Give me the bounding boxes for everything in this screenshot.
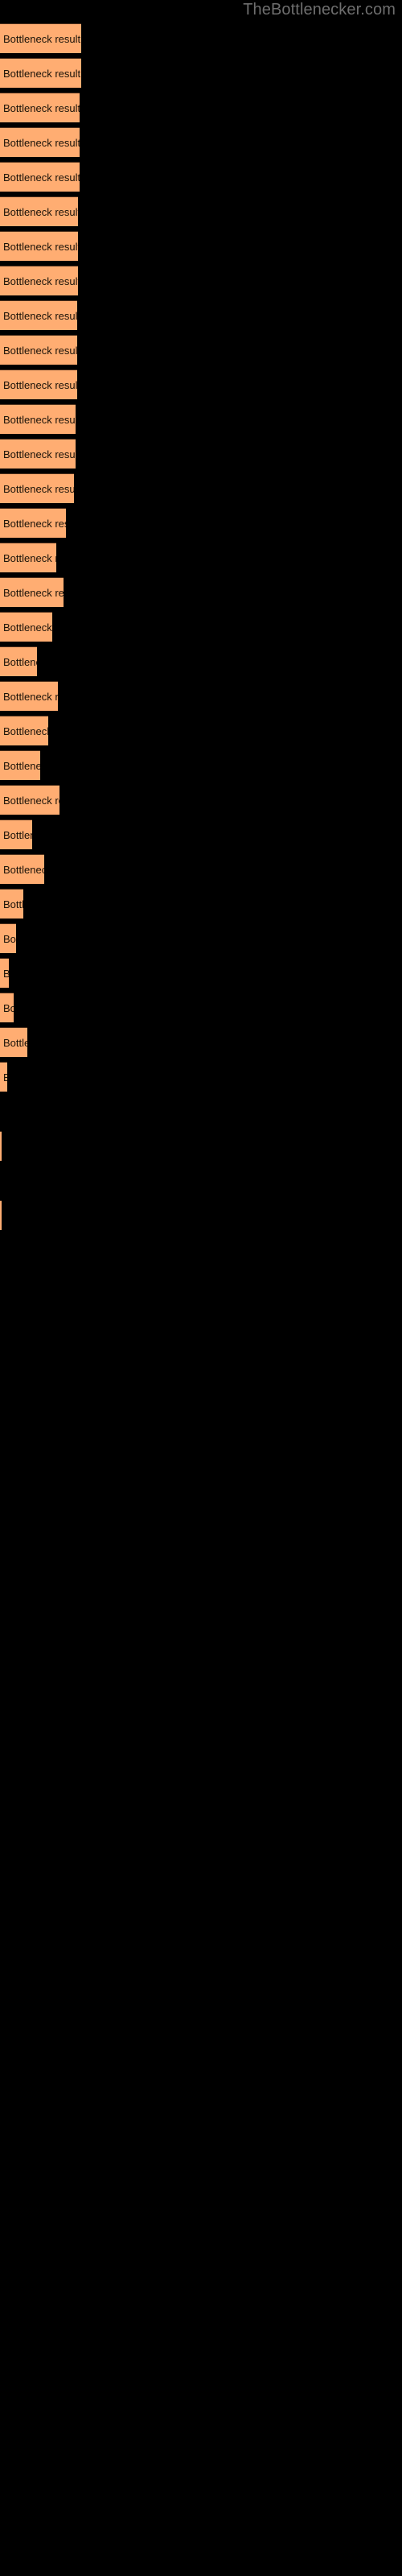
bottleneck-result-bar[interactable]: Bottleneck result [0,750,40,780]
bar-label: Bottleneck result [3,898,23,910]
bottleneck-result-bar[interactable]: Bottleneck result [0,646,37,676]
bottleneck-result-bar[interactable]: Bottleneck result [0,1027,27,1057]
bar-label: Bottleneck result [3,656,37,668]
bottleneck-result-bar[interactable]: Bottleneck result [0,404,76,434]
bar-label: Bottleneck result [3,691,58,703]
bottleneck-result-bar[interactable]: Bottleneck result [0,23,81,53]
bar-label: Bottleneck result [3,518,66,530]
bottleneck-result-bar[interactable]: Bottleneck result [0,508,66,538]
bottleneck-result-bar[interactable]: Bottleneck result [0,196,78,226]
bottleneck-result-bar[interactable]: Bottleneck result [0,923,16,953]
bottleneck-result-bar[interactable]: Bottleneck result [0,681,58,711]
bottleneck-result-bar[interactable]: Bottleneck result [0,854,44,884]
bar-label: Bottleneck result [3,345,77,357]
bottleneck-result-bar[interactable]: Bottleneck result [0,93,80,122]
bar-label: Bottleneck result [3,933,16,945]
bottleneck-result-bar[interactable]: Bottleneck result [0,1131,2,1161]
bar-label: Bottleneck result [3,414,76,426]
bottleneck-result-bar[interactable]: Bottleneck result [0,266,78,295]
bar-label: Bottleneck result [3,1002,14,1014]
bottleneck-result-bar[interactable]: Bottleneck result [0,127,80,157]
bar-label: Bottleneck result [3,864,44,876]
bar-label: Bottleneck result [3,379,77,391]
bar-label: Bottleneck result [3,552,56,564]
bottleneck-chart: TheBottlenecker.com Bottleneck result Bot… [0,0,402,2576]
bar-label: Bottleneck result [3,587,64,599]
bottleneck-result-bar[interactable]: Bottleneck result [0,162,80,192]
bar-label: Bottleneck result [3,206,78,218]
bottleneck-result-bar[interactable]: Bottleneck result [0,473,74,503]
bottleneck-result-bar[interactable]: Bottleneck result [0,612,52,642]
bottleneck-result-bar[interactable]: Bottleneck result [0,993,14,1022]
bottleneck-result-bar[interactable]: Bottleneck result [0,1062,7,1092]
bottleneck-result-bar[interactable]: Bottleneck result [0,889,23,919]
bar-label: Bottleneck result [3,448,76,460]
bar-label: Bottleneck result [3,137,80,149]
bottleneck-result-bar[interactable]: Bottleneck result [0,543,56,572]
bottleneck-result-bar[interactable]: Bottleneck result [0,335,77,365]
bar-label: Bottleneck result [3,68,81,80]
bottleneck-result-bar[interactable]: Bottleneck result [0,819,32,849]
bottleneck-result-bar[interactable]: Bottleneck result [0,577,64,607]
bar-label: Bottleneck result [3,241,78,253]
bottleneck-result-bar[interactable]: Bottleneck result [0,231,78,261]
bottleneck-result-bar[interactable]: Bottleneck result [0,369,77,399]
bottleneck-result-bar[interactable]: Bottleneck result [0,785,59,815]
bar-label: Bottleneck result [3,33,81,45]
bottleneck-result-bar[interactable]: Bottleneck result [0,58,81,88]
bar-label: Bottleneck result [3,310,77,322]
bar-label: Bottleneck result [3,760,40,772]
bar-label: Bottleneck result [3,275,78,287]
bottleneck-result-bar[interactable]: Bottleneck result [0,716,48,745]
bottleneck-result-bar[interactable]: Bottleneck result [0,439,76,469]
chart-plot-area: Bottleneck result Bottleneck result Bottle… [0,0,402,2576]
bottleneck-result-bar[interactable]: Bottleneck result [0,300,77,330]
bar-label: Bottleneck result [3,171,80,184]
bar-label: Bottleneck result [3,483,74,495]
bar-label: Bottleneck result [3,1037,27,1049]
bar-label: Bottleneck result [3,959,9,988]
bar-label: Bottleneck result [3,621,52,634]
bar-label: Bottleneck result [3,829,32,841]
bottleneck-result-bar[interactable]: Bottleneck result [0,958,9,988]
bottleneck-result-bar[interactable]: Bottleneck result [0,1200,2,1230]
bar-label: Bottleneck result [3,1063,7,1092]
bar-label: Bottleneck result [3,795,59,807]
bar-label: Bottleneck result [3,725,48,737]
bar-label: Bottleneck result [3,102,80,114]
